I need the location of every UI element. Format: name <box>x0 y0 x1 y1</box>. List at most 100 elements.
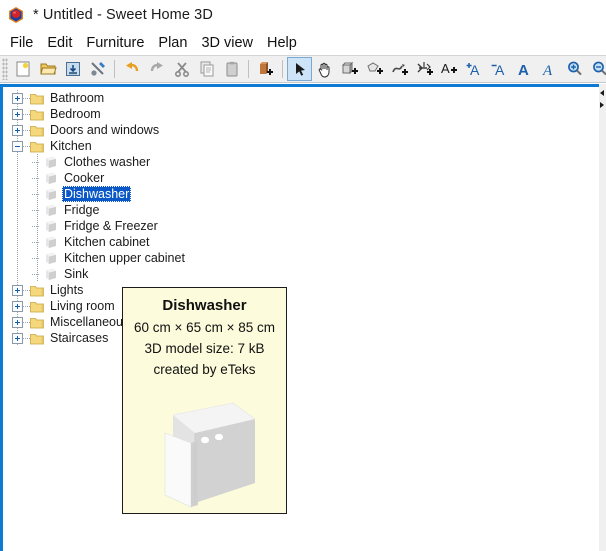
folder-icon <box>30 332 44 345</box>
create-walls-button[interactable] <box>337 57 362 81</box>
tree-connector <box>32 225 39 227</box>
decrease-text-size-button[interactable]: A <box>487 57 512 81</box>
preferences-button[interactable] <box>85 57 110 81</box>
tree-node-label: Doors and windows <box>50 123 160 137</box>
create-polylines-button[interactable] <box>387 57 412 81</box>
tree-category-row[interactable]: Doors and windows <box>6 122 161 138</box>
new-home-button[interactable] <box>10 57 35 81</box>
tree-item-row[interactable]: Cooker <box>6 170 106 186</box>
menu-furniture[interactable]: Furniture <box>79 35 151 51</box>
cut-button[interactable] <box>169 57 194 81</box>
add-texts-button[interactable]: A <box>437 57 462 81</box>
tree-node-label: Kitchen cabinet <box>64 235 150 249</box>
tree-item-row[interactable]: Fridge <box>6 202 101 218</box>
zoom-out-button[interactable] <box>587 57 606 81</box>
tree-item-row[interactable]: Fridge & Freezer <box>6 218 160 234</box>
sink-icon <box>43 267 58 281</box>
undo-button[interactable] <box>119 57 144 81</box>
menu-plan[interactable]: Plan <box>151 35 194 51</box>
svg-text:A: A <box>470 62 480 78</box>
sweet-home-3d-logo-icon <box>7 6 25 24</box>
menu-edit[interactable]: Edit <box>40 35 79 51</box>
collapse-left-arrow-icon[interactable] <box>600 90 604 96</box>
tree-connector <box>23 321 30 323</box>
tree-connector <box>32 241 39 243</box>
tree-connector <box>23 129 30 131</box>
toolbar-drag-handle[interactable] <box>2 58 8 80</box>
tree-connector <box>23 145 30 147</box>
collapse-node-icon[interactable] <box>12 140 23 152</box>
increase-text-size-button[interactable]: A <box>462 57 487 81</box>
svg-text:A: A <box>441 61 450 76</box>
tree-item-row[interactable]: Kitchen upper cabinet <box>6 250 187 266</box>
collapse-right-arrow-icon[interactable] <box>600 102 604 108</box>
furniture-catalog-tree[interactable]: Bathroom Bedroom Doors and windows Kitchen C… <box>6 90 599 550</box>
menu-3d-view[interactable]: 3D view <box>194 35 260 51</box>
tree-node-label: Lights <box>50 283 84 297</box>
select-mode-button[interactable] <box>287 57 312 81</box>
paste-button[interactable] <box>219 57 244 81</box>
folder-icon <box>30 124 44 137</box>
expand-node-icon[interactable] <box>12 108 23 120</box>
tree-item-row[interactable]: Kitchen cabinet <box>6 234 151 250</box>
expand-node-icon[interactable] <box>12 332 23 344</box>
tree-item-row[interactable]: Sink <box>6 266 90 282</box>
svg-text:A: A <box>542 63 553 78</box>
tree-category-row[interactable]: Lights <box>6 282 85 298</box>
tree-connector <box>23 97 30 99</box>
tree-category-row[interactable]: Bathroom <box>6 90 106 106</box>
cooker-icon <box>43 171 58 185</box>
italic-button[interactable]: A <box>537 57 562 81</box>
expand-node-icon[interactable] <box>12 284 23 296</box>
tree-category-row[interactable]: Living room <box>6 298 117 314</box>
tree-category-row[interactable]: Miscellaneous <box>6 314 131 330</box>
expand-node-icon[interactable] <box>12 316 23 328</box>
kitchen-upper-cabinet-icon <box>43 251 58 265</box>
dishwasher-3d-preview-icon <box>123 390 286 510</box>
menu-help[interactable]: Help <box>260 35 304 51</box>
folder-icon <box>30 316 44 329</box>
bold-button[interactable]: A <box>512 57 537 81</box>
tree-node-label: Miscellaneous <box>50 315 130 329</box>
sweet-home-3d-window: * Untitled - Sweet Home 3D File Edit Fur… <box>0 0 606 551</box>
expand-node-icon[interactable] <box>12 92 23 104</box>
expand-node-icon[interactable] <box>12 124 23 136</box>
save-button[interactable] <box>60 57 85 81</box>
dishwasher-icon <box>43 187 58 201</box>
folder-icon <box>30 108 44 121</box>
tree-node-label: Fridge <box>64 203 100 217</box>
create-rooms-button[interactable] <box>362 57 387 81</box>
open-button[interactable] <box>35 57 60 81</box>
kitchen-cabinet-icon <box>43 235 58 249</box>
svg-text:A: A <box>495 62 505 78</box>
menu-file[interactable]: File <box>8 35 40 51</box>
toolbar-separator-1 <box>114 60 115 78</box>
add-furniture-button[interactable] <box>253 57 278 81</box>
split-pane-divider[interactable] <box>599 84 606 551</box>
furniture-catalog-pane: Bathroom Bedroom Doors and windows Kitchen C… <box>0 84 599 551</box>
tree-node-label: Fridge & Freezer <box>64 219 158 233</box>
tree-connector <box>32 209 39 211</box>
tree-item-row[interactable]: Dishwasher <box>6 186 132 202</box>
copy-button[interactable] <box>194 57 219 81</box>
tree-connector <box>32 161 39 163</box>
tree-connector <box>32 193 39 195</box>
tree-category-row[interactable]: Staircases <box>6 330 110 346</box>
create-dimensions-button[interactable] <box>412 57 437 81</box>
tree-item-row[interactable]: Clothes washer <box>6 154 152 170</box>
redo-button[interactable] <box>144 57 169 81</box>
tooltip-dimensions: 60 cm × 65 cm × 85 cm <box>133 320 276 335</box>
pan-mode-button[interactable] <box>312 57 337 81</box>
expand-node-icon[interactable] <box>12 300 23 312</box>
tree-node-label: Kitchen <box>50 139 92 153</box>
tree-connector <box>23 113 30 115</box>
tree-connector <box>23 289 30 291</box>
menu-bar: File Edit Furniture Plan 3D view Help <box>0 30 606 55</box>
tree-node-label: Living room <box>50 299 115 313</box>
tree-category-row[interactable]: Bedroom <box>6 106 103 122</box>
tree-category-row[interactable]: Kitchen <box>6 138 94 154</box>
main-content: Bathroom Bedroom Doors and windows Kitchen C… <box>0 84 606 551</box>
zoom-in-button[interactable] <box>562 57 587 81</box>
tree-connector <box>23 337 30 339</box>
tree-node-label: Kitchen upper cabinet <box>64 251 185 265</box>
